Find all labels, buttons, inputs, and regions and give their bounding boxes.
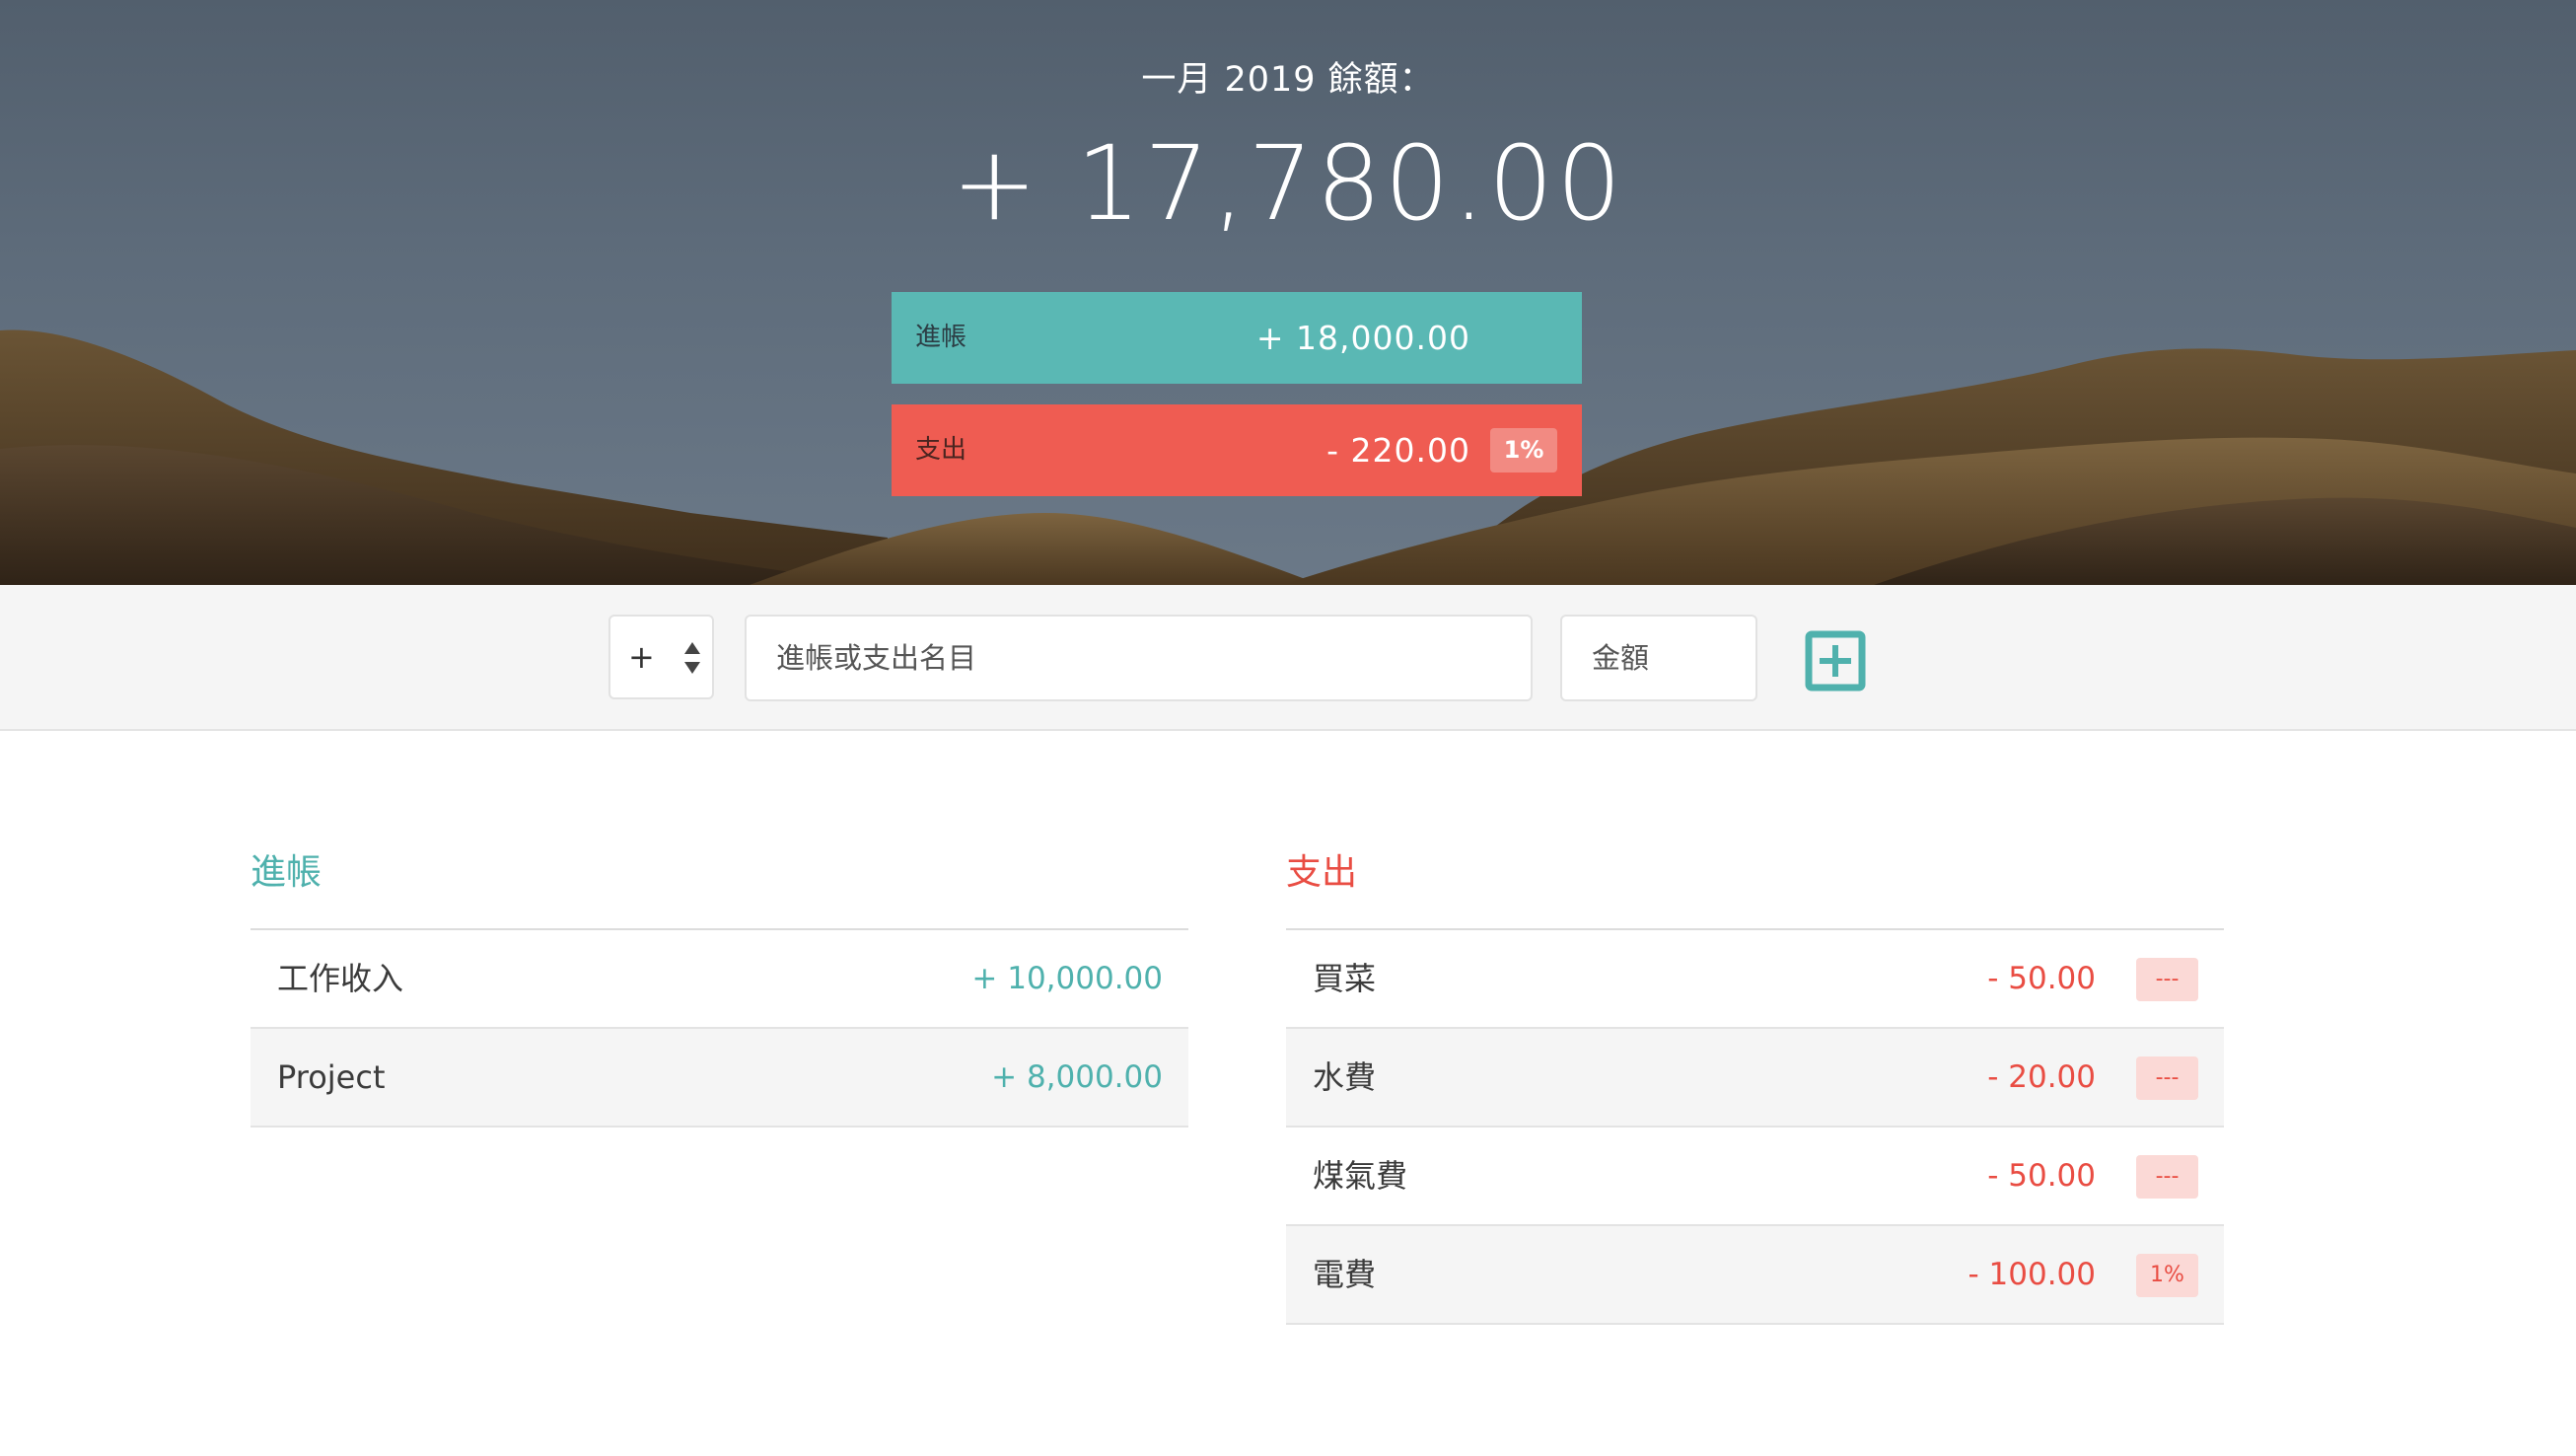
- expense-item-amount: - 50.00: [1987, 1158, 2096, 1194]
- expense-item-amount: - 20.00: [1987, 1059, 2096, 1095]
- expense-item-percent-badge: ---: [2136, 1056, 2198, 1100]
- expense-summary-value: - 220.00: [1326, 431, 1470, 470]
- income-summary-label: 進帳: [915, 323, 967, 352]
- expense-row[interactable]: 煤氣費 - 50.00 ---: [1286, 1128, 2224, 1226]
- income-list: 進帳 工作收入 + 10,000.00 Project + 8,000.00: [250, 843, 1188, 1128]
- expense-row[interactable]: 水費 - 20.00 ---: [1286, 1029, 2224, 1128]
- entry-name-input[interactable]: [745, 615, 1533, 701]
- expense-row[interactable]: 買菜 - 50.00 ---: [1286, 930, 2224, 1029]
- expense-row[interactable]: 電費 - 100.00 1%: [1286, 1226, 2224, 1325]
- income-item-name: Project: [277, 1058, 386, 1096]
- plus-square-icon: [1805, 630, 1866, 692]
- expense-item-name: 買菜: [1313, 960, 1377, 997]
- income-row[interactable]: Project + 8,000.00: [250, 1029, 1188, 1128]
- select-arrows-icon: [684, 642, 700, 674]
- type-select-value: +: [628, 638, 655, 676]
- expense-percent-badge: 1%: [1490, 428, 1557, 473]
- add-entry-button[interactable]: [1805, 630, 1866, 692]
- expense-summary-label: 支出: [915, 435, 967, 465]
- income-summary-bar: 進帳 + 18,000.00: [892, 292, 1582, 384]
- income-item-amount: + 8,000.00: [991, 1059, 1163, 1095]
- income-item-amount: + 10,000.00: [971, 961, 1163, 996]
- total-balance: + 17,780.00: [951, 123, 1625, 244]
- expense-list: 支出 買菜 - 50.00 --- 水費 - 20.00 --- 煤氣費 - 5…: [1286, 843, 2224, 1325]
- expense-item-percent-badge: ---: [2136, 958, 2198, 1001]
- expense-item-amount: - 100.00: [1968, 1257, 2096, 1292]
- expense-item-amount: - 50.00: [1987, 961, 2096, 996]
- income-item-name: 工作收入: [277, 960, 404, 997]
- income-list-title: 進帳: [250, 852, 322, 893]
- type-select[interactable]: +: [608, 615, 714, 699]
- add-entry-bar: +: [0, 585, 2576, 731]
- expense-item-name: 煤氣費: [1313, 1157, 1408, 1195]
- expense-summary-bar: 支出 - 220.00 1%: [892, 404, 1582, 496]
- expense-item-name: 電費: [1313, 1256, 1377, 1293]
- entry-amount-input[interactable]: [1560, 615, 1757, 701]
- expense-item-name: 水費: [1313, 1058, 1377, 1096]
- income-summary-value: + 18,000.00: [1255, 319, 1470, 357]
- hero-header: 一月 2019 餘額： + 17,780.00 進帳 + 18,000.00 支…: [0, 0, 2576, 585]
- expense-list-title: 支出: [1286, 852, 1358, 893]
- period-balance-title: 一月 2019 餘額：: [1141, 60, 1435, 100]
- expense-item-percent-badge: ---: [2136, 1155, 2198, 1199]
- income-row[interactable]: 工作收入 + 10,000.00: [250, 930, 1188, 1029]
- expense-item-percent-badge: 1%: [2136, 1254, 2198, 1297]
